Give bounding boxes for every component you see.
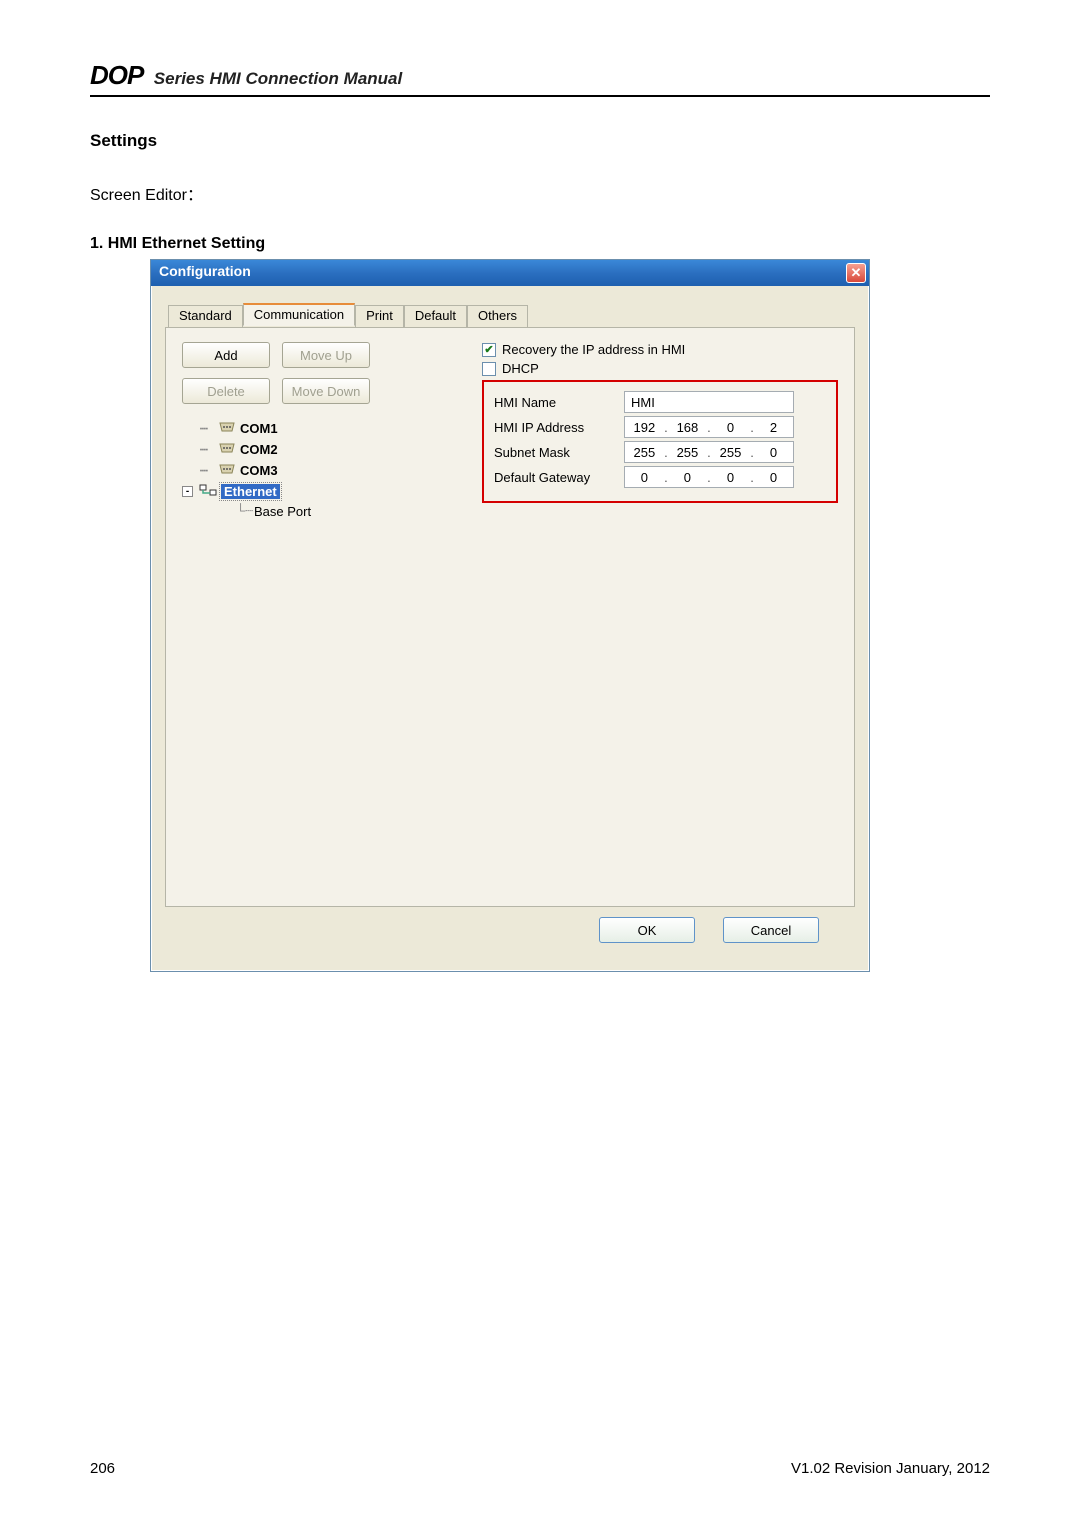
ip-octet[interactable]: 192 [629, 420, 659, 435]
tree-com1[interactable]: ┈ COM1 [200, 418, 392, 439]
ok-button[interactable]: OK [599, 917, 695, 943]
network-settings-frame: HMI Name HMI IP Address 192. 168. 0. 2 [482, 380, 838, 503]
page-footer: 206 V1.02 Revision January, 2012 [90, 1460, 990, 1477]
tree-base-port-label: Base Port [254, 504, 311, 519]
close-icon: ✕ [851, 265, 862, 280]
tab-panel: Add Move Up Delete Move Down ┈ [165, 327, 855, 907]
tabs-row: Standard Communication Print Default Oth… [168, 303, 858, 326]
connection-tree: ┈ COM1 ┈ COM2 [182, 418, 392, 520]
page-header: DOP Series HMI Connection Manual [90, 60, 990, 97]
tree-com3[interactable]: ┈ COM3 [200, 460, 392, 481]
page-number: 206 [90, 1460, 115, 1477]
tab-others[interactable]: Others [467, 305, 528, 328]
tree-ethernet-label: Ethernet [221, 484, 280, 499]
ip-octet[interactable]: 0 [629, 470, 659, 485]
screen-editor-label: Screen Editor： [90, 181, 990, 205]
ip-octet[interactable]: 255 [672, 445, 702, 460]
ip-octet[interactable]: 0 [715, 420, 745, 435]
tree-ethernet[interactable]: - Ethernet [182, 481, 392, 502]
ip-octet[interactable]: 0 [672, 470, 702, 485]
tree-line-icon: ┈ [200, 442, 214, 458]
footer-version: V1.02 Revision January, 2012 [791, 1460, 990, 1477]
move-up-button[interactable]: Move Up [282, 342, 370, 368]
tab-standard[interactable]: Standard [168, 305, 243, 328]
tree-base-port[interactable]: └┈ Base Port [236, 502, 392, 520]
dhcp-checkbox-row[interactable]: DHCP [482, 361, 838, 376]
tree-line-icon: ┈ [200, 463, 214, 479]
dialog-title: Configuration [159, 263, 251, 279]
dialog-titlebar: Configuration ✕ [151, 260, 869, 286]
dhcp-label: DHCP [502, 361, 539, 376]
ip-octet[interactable]: 2 [759, 420, 789, 435]
check-icon: ✔ [484, 343, 493, 356]
dhcp-checkbox[interactable] [482, 362, 496, 376]
tree-com2-label: COM2 [240, 442, 278, 457]
tab-communication[interactable]: Communication [243, 303, 355, 326]
serial-port-icon [218, 419, 236, 438]
ip-octet[interactable]: 168 [672, 420, 702, 435]
cancel-button[interactable]: Cancel [723, 917, 819, 943]
configuration-dialog: Configuration ✕ Standard Communication P… [150, 259, 870, 972]
close-button[interactable]: ✕ [846, 263, 866, 283]
recovery-label: Recovery the IP address in HMI [502, 342, 685, 357]
ip-octet[interactable]: 255 [629, 445, 659, 460]
brand-subtitle: Series HMI Connection Manual [154, 69, 402, 88]
hmi-ip-label: HMI IP Address [494, 420, 624, 435]
hmi-ip-input[interactable]: 192. 168. 0. 2 [624, 416, 794, 438]
ip-octet[interactable]: 0 [715, 470, 745, 485]
hmi-name-input[interactable] [624, 391, 794, 413]
serial-port-icon [218, 461, 236, 480]
recovery-checkbox[interactable]: ✔ [482, 343, 496, 357]
ethernet-icon [199, 482, 217, 501]
move-down-button[interactable]: Move Down [282, 378, 370, 404]
hmi-name-label: HMI Name [494, 395, 624, 410]
tab-default[interactable]: Default [404, 305, 467, 328]
subnet-mask-label: Subnet Mask [494, 445, 624, 460]
expand-icon[interactable]: - [182, 486, 193, 497]
gateway-label: Default Gateway [494, 470, 624, 485]
gateway-input[interactable]: 0. 0. 0. 0 [624, 466, 794, 488]
list-item-1: 1. HMI Ethernet Setting [90, 235, 990, 253]
tree-com3-label: COM3 [240, 463, 278, 478]
ip-octet[interactable]: 0 [759, 445, 789, 460]
serial-port-icon [218, 440, 236, 459]
tree-com2[interactable]: ┈ COM2 [200, 439, 392, 460]
settings-heading: Settings [90, 131, 990, 151]
tree-line-icon: ┈ [200, 421, 214, 437]
tab-print[interactable]: Print [355, 305, 404, 328]
recovery-checkbox-row[interactable]: ✔ Recovery the IP address in HMI [482, 342, 838, 357]
ip-octet[interactable]: 0 [759, 470, 789, 485]
tree-line-icon: └┈ [236, 503, 250, 519]
ip-octet[interactable]: 255 [715, 445, 745, 460]
brand-logo: DOP [90, 60, 143, 91]
tree-com1-label: COM1 [240, 421, 278, 436]
delete-button[interactable]: Delete [182, 378, 270, 404]
add-button[interactable]: Add [182, 342, 270, 368]
subnet-mask-input[interactable]: 255. 255. 255. 0 [624, 441, 794, 463]
